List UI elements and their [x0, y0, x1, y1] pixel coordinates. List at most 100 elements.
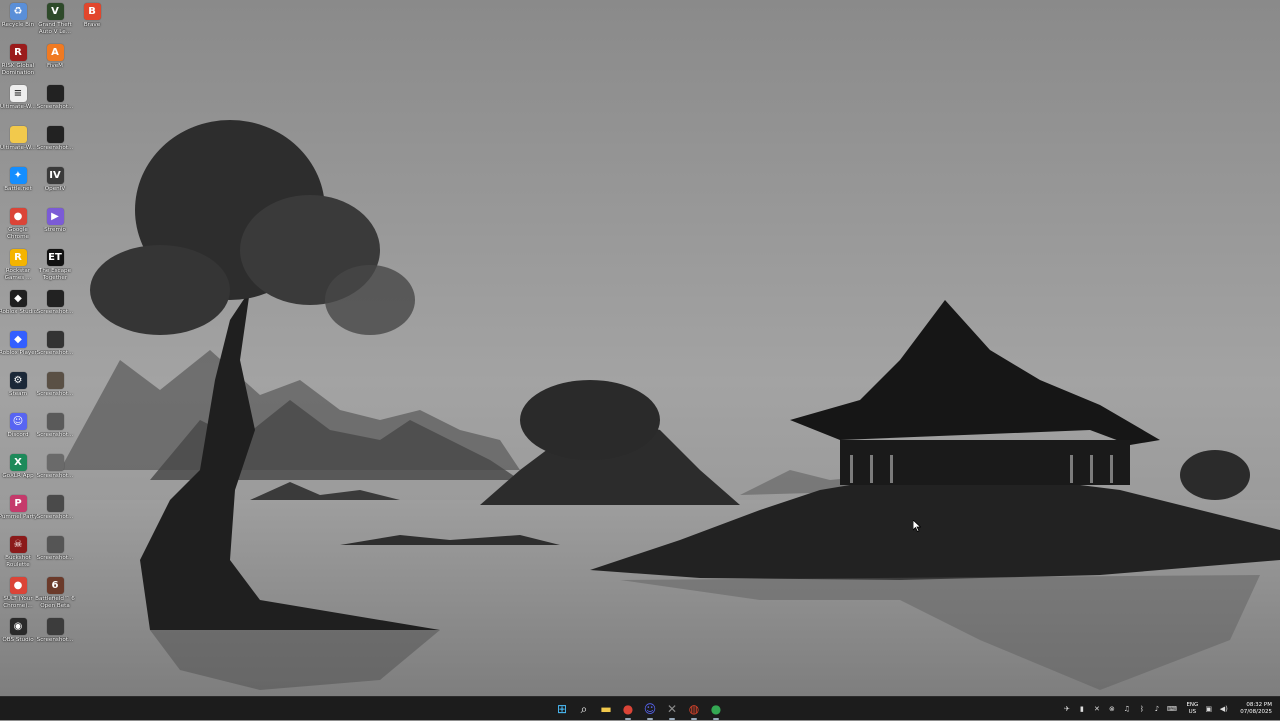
discord-icon: ☺ [9, 413, 27, 430]
screenshot-icon [46, 495, 64, 512]
screenshot-icon [46, 618, 64, 635]
discord-button[interactable]: ☺ [641, 700, 659, 720]
screenshot-icon [46, 126, 64, 143]
brave-button[interactable]: ◍ [685, 700, 703, 720]
xbox-button[interactable]: ✕ [663, 700, 681, 720]
buckshot-roulette-icon: ☠ [9, 536, 27, 553]
chrome-icon: ● [622, 702, 634, 716]
clock-time: 08:32 PM [1246, 702, 1272, 708]
desktop-shortcut[interactable]: ✦ Battle.net [0, 164, 37, 204]
app-tray-icon[interactable]: ▮ [1077, 705, 1086, 714]
desktop-shortcut[interactable]: P Pummel Party [0, 492, 37, 532]
desktop-shortcut-label: Grand Theft Auto V Le... [38, 22, 72, 35]
screenshot-icon [46, 372, 64, 389]
clock-date: 07/08/2025 [1240, 709, 1272, 715]
file-explorer-button[interactable]: ▬ [597, 700, 615, 718]
screenshot-icon [46, 85, 64, 102]
fivem-icon: A [46, 44, 64, 61]
system-tray: ✈ ▮ ✕ ⊗ ♫ ᛒ ♪ ⌨ ENG US ▣ ◀) 08:32 PM 07/08/2025 [1062, 697, 1272, 721]
desktop-shortcut[interactable]: ☺ Discord [0, 410, 37, 450]
desktop-shortcut-label: Screenshot... [36, 350, 74, 356]
escape-together-icon: ET [46, 249, 64, 266]
screenshot-icon [46, 454, 64, 471]
desktop-shortcut[interactable]: X GoXLR App [0, 451, 37, 491]
desktop-shortcut-label: Screenshot... [36, 473, 74, 479]
screenshot-icon [46, 290, 64, 307]
xbox-icon: ✕ [666, 702, 678, 716]
desktop-shortcut[interactable]: ◉ OBS Studio [0, 615, 37, 655]
desktop-shortcut[interactable]: Screenshot... [36, 82, 74, 122]
screenshot-icon [46, 413, 64, 430]
desktop-shortcut-label: The Escape Together [38, 268, 72, 281]
desktop-shortcut[interactable]: Screenshot... [36, 328, 74, 368]
desktop-shortcut[interactable]: Ultimate-W... [0, 123, 37, 163]
openiv-icon: IV [46, 167, 64, 184]
desktop-shortcut-label: Brave [83, 22, 101, 28]
xbox-tray-icon[interactable]: ✕ [1092, 705, 1101, 714]
desktop-shortcut[interactable]: Screenshot... [36, 492, 74, 532]
desktop-shortcut[interactable]: B Brave [73, 0, 111, 40]
desktop-shortcut[interactable]: ≡ Ultimate-W... [0, 82, 37, 122]
desktop-shortcut[interactable]: Screenshot... [36, 410, 74, 450]
stremio-icon: ▶ [46, 208, 64, 225]
desktop-shortcut[interactable]: R RISK Global Domination [0, 41, 37, 81]
microphone-icon[interactable]: ♪ [1152, 705, 1161, 714]
desktop-shortcut[interactable]: ET The Escape Together [36, 246, 74, 286]
language-code: ENG [1186, 702, 1199, 708]
search-button[interactable]: ⌕ [575, 700, 593, 718]
desktop-shortcut[interactable]: ▶ Stremio [36, 205, 74, 245]
desktop-shortcut[interactable]: Screenshot... [36, 533, 74, 573]
bluetooth-icon[interactable]: ᛒ [1137, 705, 1146, 714]
headset-icon[interactable]: ♫ [1122, 705, 1131, 714]
desktop-shortcut[interactable]: ☠ Buckshot Roulette [0, 533, 37, 573]
chrome-button[interactable]: ● [619, 700, 637, 720]
desktop-shortcut-label: Screenshot... [36, 637, 74, 643]
chrome-icon: ● [9, 208, 27, 225]
desktop-shortcut-label: Screenshot... [36, 104, 74, 110]
recycle-bin-icon: ♻ [9, 3, 27, 20]
search-icon: ⌕ [580, 701, 588, 716]
desktop-shortcut-label: Screenshot... [36, 555, 74, 561]
desktop-shortcut-label: Screenshot... [36, 391, 74, 397]
network-icon[interactable]: ▣ [1204, 705, 1213, 714]
desktop-shortcut[interactable]: A FiveM [36, 41, 74, 81]
brave-icon: ◍ [688, 702, 700, 716]
rockstar-icon: R [9, 249, 27, 266]
goxlr-tray-icon[interactable]: ⊗ [1107, 705, 1116, 714]
desktop-shortcut[interactable]: V Grand Theft Auto V Le... [36, 0, 74, 40]
desktop-icon-grid: ♻ Recycle Bin V Grand Theft Auto V Le... B Br… [0, 0, 120, 696]
chrome-icon: ● [710, 702, 722, 716]
desktop-shortcut[interactable]: Screenshot... [36, 123, 74, 163]
desktop-shortcut[interactable]: ● SULT (Your Chrome)... [0, 574, 37, 614]
steam-tray-icon[interactable]: ✈ [1062, 705, 1071, 714]
roblox-studio-icon: ◆ [9, 290, 27, 307]
clock[interactable]: 08:32 PM 07/08/2025 [1240, 702, 1272, 716]
volume-icon[interactable]: ◀) [1219, 705, 1228, 714]
desktop-shortcut[interactable]: ♻ Recycle Bin [0, 0, 37, 40]
desktop-shortcut-label: Screenshot... [36, 309, 74, 315]
desktop-shortcut[interactable]: 6 Battlefield™ 6 Open Beta [35, 574, 75, 614]
chrome-profile-icon: ● [9, 577, 27, 594]
desktop-shortcut[interactable]: ● Google Chrome [0, 205, 37, 245]
obs-icon: ◉ [9, 618, 27, 635]
desktop-shortcut[interactable]: IV OpenIV [36, 164, 74, 204]
chrome-profile-button[interactable]: ● [707, 700, 725, 720]
desktop-shortcut[interactable]: R Rockstar Games ... [0, 246, 37, 286]
desktop-shortcut[interactable]: Screenshot... [36, 287, 74, 327]
keyboard-icon[interactable]: ⌨ [1167, 705, 1177, 714]
desktop-shortcut[interactable]: Screenshot... [36, 615, 74, 655]
desktop-shortcut[interactable]: Screenshot... [36, 451, 74, 491]
pummel-party-icon: P [9, 495, 27, 512]
keyboard-layout: US [1188, 709, 1197, 715]
desktop-shortcut[interactable]: ⚙ Steam [0, 369, 37, 409]
start-button[interactable]: ⊞ [553, 700, 571, 718]
desktop-shortcut[interactable]: Screenshot... [36, 369, 74, 409]
windows-icon: ⊞ [556, 702, 568, 716]
language-indicator[interactable]: ENG US [1186, 702, 1198, 716]
desktop-shortcut[interactable]: ◆ Roblox Player [0, 328, 37, 368]
mouse-cursor-icon [913, 520, 921, 532]
desktop-shortcut[interactable]: ◆ Roblox Studio [0, 287, 37, 327]
folder-icon: ▬ [600, 702, 612, 716]
brave-icon: B [83, 3, 101, 20]
desktop-shortcut-label: Battlefield™ 6 Open Beta [35, 596, 75, 609]
